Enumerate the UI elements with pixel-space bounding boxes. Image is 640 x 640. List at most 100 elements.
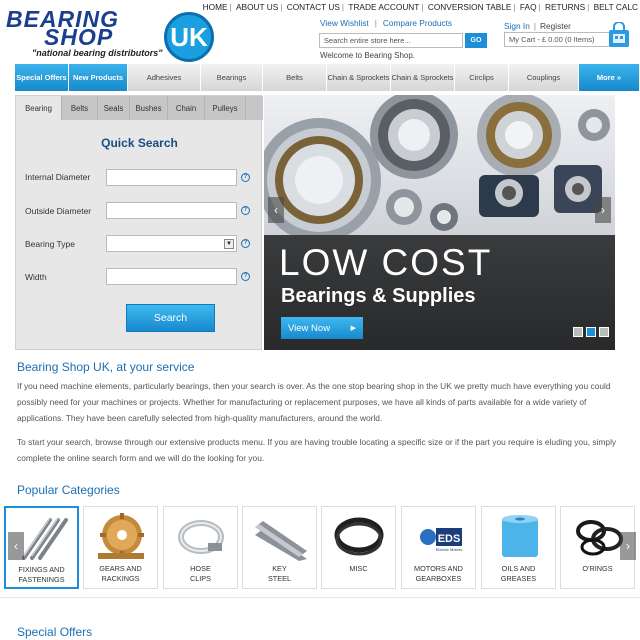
category-label-line2: GEARBOXES [415,574,462,583]
width-field[interactable] [106,268,237,285]
tab-belts[interactable]: Belts [62,96,98,120]
help-icon[interactable]: ? [241,239,250,248]
account-links: Sign In | Register [504,21,571,31]
category-label-line1: KEY [272,564,287,573]
search-input[interactable]: Search entire store here... [319,33,463,48]
section-divider [0,597,640,598]
category-label-line2: FASTENINGS [18,575,65,584]
top-link-contact[interactable]: CONTACT US [285,2,342,12]
intro-title: Bearing Shop UK, at your service [17,360,195,374]
eds-brand: EDS [438,533,461,545]
hose-clip-image [178,520,224,554]
nav-circlips[interactable]: Circlips [455,64,509,91]
carousel-next-arrow-icon[interactable]: › [620,532,636,560]
help-icon[interactable]: ? [241,206,250,215]
hero-banner[interactable]: LOW COST Bearings & Supplies View Now ▶ … [264,95,615,350]
top-link-faq[interactable]: FAQ [518,2,539,12]
separator: | [421,2,424,12]
category-label: HOSE CLIPS [164,564,237,584]
separator: | [538,2,541,12]
label-width: Width [25,272,47,282]
top-link-about[interactable]: ABOUT US [234,2,280,12]
label-internal-diameter: Internal Diameter [25,172,91,182]
oil-roll-image [502,515,538,557]
help-icon[interactable]: ? [241,173,250,182]
banner-prev-arrow-icon[interactable]: ‹ [268,197,284,223]
nav-special-offers[interactable]: Special Offers [15,64,69,91]
banner-next-arrow-icon[interactable]: › [595,197,611,223]
top-link-returns[interactable]: RETURNS [543,2,587,12]
key-steel-image [255,521,307,561]
logo-tagline: "national bearing distributors" [32,48,163,58]
logo-text-shop: SHOP [44,24,114,50]
popular-categories-title: Popular Categories [17,483,120,497]
help-icon[interactable]: ? [241,272,250,281]
tab-bearing[interactable]: Bearing [16,96,62,120]
category-label-line1: O'RINGS [582,564,613,573]
internal-diameter-field[interactable] [106,169,237,186]
separator: | [341,2,345,12]
tab-pulleys[interactable]: Pulleys [205,96,246,120]
popular-categories-carousel: FIXINGS AND FASTENINGS GEARS AND RACKINGS … [4,506,640,589]
shopping-bag-icon[interactable] [606,22,632,48]
nav-adhesives[interactable]: Adhesives [128,64,201,91]
chevron-down-icon[interactable]: ▼ [224,239,234,249]
label-outside-diameter: Outside Diameter [25,206,92,216]
slide-dot-1[interactable] [573,327,583,337]
category-label-line2: GREASES [500,574,537,583]
play-arrow-icon: ▶ [350,325,356,332]
category-label: GEARS AND RACKINGS [84,564,157,584]
outside-diameter-field[interactable] [106,202,237,219]
main-nav: Special Offers New Products Adhesives Be… [15,64,640,91]
category-label-line1: HOSE [190,564,211,573]
tab-seals[interactable]: Seals [98,96,130,120]
sign-in-link[interactable]: Sign In [504,21,530,31]
category-oils[interactable]: OILS AND GREASES [481,506,556,589]
site-logo[interactable]: BEARING SHOP UK "national bearing distri… [6,8,214,63]
category-misc[interactable]: MISC [321,506,396,589]
eds-subtitle: Electric Motors [436,547,462,552]
separator: | [533,21,536,31]
view-now-button[interactable]: View Now ▶ [281,317,363,339]
nav-new-products[interactable]: New Products [69,64,128,91]
nav-chain-sprockets-2[interactable]: Chain & Sprockets [391,64,455,91]
category-label: FIXINGS AND FASTENINGS [6,565,77,585]
category-label-line1: OILS AND [501,564,536,573]
separator: | [229,2,232,12]
category-label-line1: MOTORS AND [414,564,463,573]
category-label: MOTORS AND GEARBOXES [402,564,475,584]
nav-belts[interactable]: Belts [263,64,327,91]
nav-more[interactable]: More » [579,64,640,91]
quick-search-panel: Bearing Belts Seals Bushes Chain Pulleys… [15,95,263,350]
carousel-prev-arrow-icon[interactable]: ‹ [8,532,24,560]
register-link[interactable]: Register [540,21,571,31]
category-gears[interactable]: GEARS AND RACKINGS [83,506,158,589]
top-link-home[interactable]: HOME [201,2,230,12]
bearings-photo [264,95,610,235]
tab-bushes[interactable]: Bushes [130,96,168,120]
compare-products-link[interactable]: Compare Products [383,18,452,28]
category-label-line2: RACKINGS [101,574,140,583]
bearing-type-select[interactable]: ▼ [106,235,237,252]
category-hose-clips[interactable]: HOSE CLIPS [163,506,238,589]
top-link-conversion-table[interactable]: CONVERSION TABLE [426,2,514,12]
nav-couplings[interactable]: Couplings [509,64,579,91]
nav-chain-sprockets[interactable]: Chain & Sprockets [327,64,391,91]
search-go-button[interactable]: GO [465,33,487,48]
gears-image [98,513,144,559]
quick-search-title: Quick Search [101,136,178,150]
belts-image [334,517,384,556]
top-link-belt-calc[interactable]: BELT CALC [592,2,640,12]
separator: | [513,2,516,12]
slide-dot-3[interactable] [599,327,609,337]
label-bearing-type: Bearing Type [25,239,75,249]
view-wishlist-link[interactable]: View Wishlist [320,18,369,28]
category-motors[interactable]: Electric Motors EDS MOTORS AND GEARBOXES [401,506,476,589]
top-link-trade-account[interactable]: TRADE ACCOUNT [346,2,421,12]
nav-bearings[interactable]: Bearings [201,64,263,91]
category-label: MISC [322,564,395,574]
slide-dot-2[interactable] [586,327,596,337]
quick-search-button[interactable]: Search [126,304,215,332]
category-key-steel[interactable]: KEY STEEL [242,506,317,589]
tab-chain[interactable]: Chain [168,96,205,120]
